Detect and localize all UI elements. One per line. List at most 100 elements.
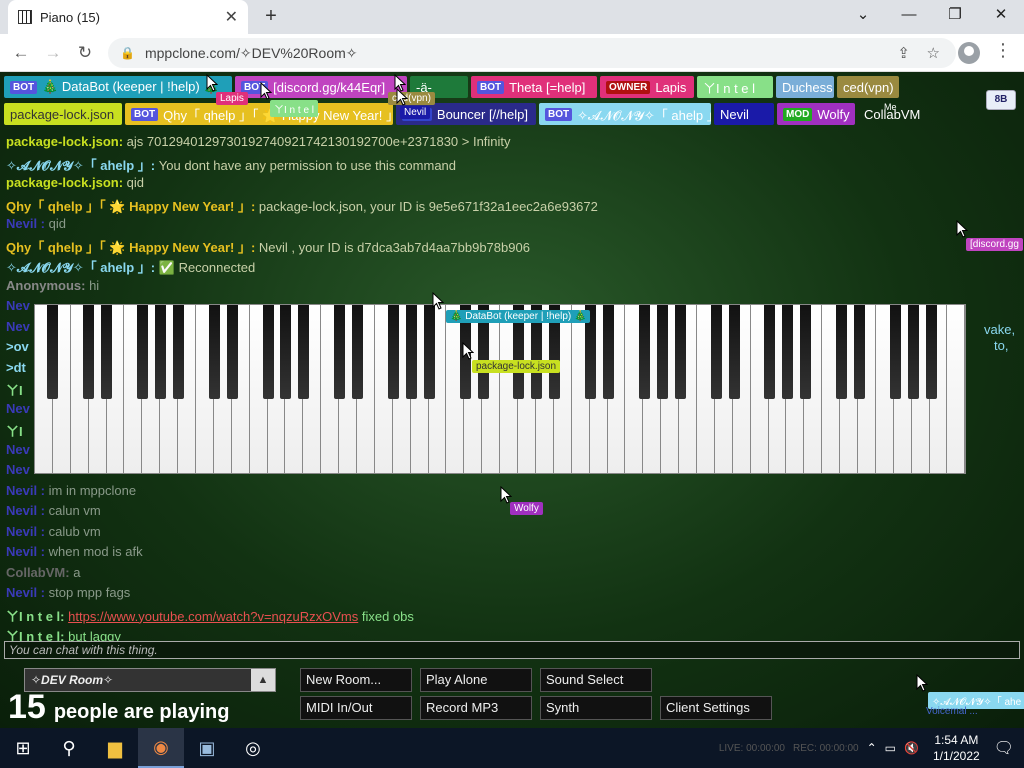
close-window-button[interactable]: ✕ [978,0,1024,30]
user-name: 🎄 DataBot (keeper | !help) 🎄 [42,79,220,94]
black-key[interactable] [674,305,686,399]
black-key[interactable] [638,305,650,399]
black-key[interactable] [836,305,848,399]
layout-toggle-button[interactable]: 8B [986,90,1016,110]
obs-icon[interactable]: ◎ [230,728,276,768]
chat-link[interactable]: https://www.youtube.com/watch?v=nqzuRzxO… [68,609,358,624]
black-key[interactable] [925,305,937,399]
black-key[interactable] [800,305,812,399]
midi-button[interactable]: MIDI In/Out [300,696,412,720]
clock[interactable]: 1:54 AM 1/1/2022 [927,732,986,764]
chevron-up-icon[interactable]: ⌃ [867,741,877,755]
synth-button[interactable]: Synth [540,696,652,720]
clock-time: 1:54 AM [934,733,979,747]
black-key[interactable] [101,305,113,399]
back-icon[interactable]: ← [8,40,34,66]
user-pill[interactable]: MOD Wolfy [777,103,855,125]
black-key[interactable] [764,305,776,399]
chat-text: when mod is afk [48,544,143,559]
black-key[interactable] [226,305,238,399]
user-pill[interactable]: BOT 🎄 DataBot (keeper | !help) 🎄 [4,76,232,98]
share-icon[interactable]: ⇪ [897,44,910,62]
chat-text: package-lock.json, your ID is 9e5e671f32… [258,198,598,214]
client-settings-button[interactable]: Client Settings [660,696,772,720]
user-pill[interactable]: BOTQhy「 qhelp 」「 🌟 Happy New Year! 」 [125,103,393,125]
notification-icon[interactable]: 🗨 [994,738,1024,758]
user-tag: BOT [477,80,505,94]
black-key[interactable] [298,305,310,399]
minimize-button[interactable]: — [886,0,932,30]
people-count: 15 people are playing [8,688,229,727]
chat-author: Nevil : [6,482,46,498]
black-key[interactable] [172,305,184,399]
chat-message: Anonymous: hi [6,278,1016,299]
windows-taskbar: ⊞ ⚲ ▆ ◉ ▣ ◎ LIVE: 00:00:00 REC: 00:00:00… [0,728,1024,768]
black-key[interactable] [47,305,59,399]
user-pill[interactable]: BOT Theta [=help] [471,76,597,98]
black-key[interactable] [137,305,149,399]
chat-author: Nev [6,400,30,416]
user-pill[interactable]: ced(vpn) [837,76,899,98]
new-room-button[interactable]: New Room... [300,668,412,692]
chrome-icon[interactable]: ◉ [138,728,184,768]
reload-icon[interactable]: ↻ [72,40,98,66]
black-key[interactable] [710,305,722,399]
windows-start-icon[interactable]: ⊞ [0,728,46,768]
user-pill[interactable]: Duchess [776,76,834,98]
black-key[interactable] [728,305,740,399]
user-name: [discord.gg/k44Eqr] [273,79,386,95]
new-tab-button[interactable]: + [258,4,284,30]
file-explorer-icon[interactable]: ▆ [92,728,138,768]
black-key[interactable] [853,305,865,399]
menu-kebab-icon[interactable]: ⋮ [994,40,1012,61]
black-key[interactable] [262,305,274,399]
user-pill[interactable]: ㄚI n t e l [697,76,773,98]
user-name: ✧𝓐𝓝𝓞𝓝𝓨✧「 ahelp 」 [577,107,711,123]
black-key[interactable] [656,305,668,399]
user-pill[interactable]: Nevil [714,103,774,125]
speaker-muted-icon[interactable]: 🔇 [904,741,919,755]
chat-text: im in mppclone [48,482,137,498]
close-tab-icon[interactable]: ✕ [225,7,238,27]
sound-select-button[interactable]: Sound Select [540,668,652,692]
black-key[interactable] [387,305,399,399]
user-pill[interactable]: OWNER Lapis [600,76,694,98]
black-key[interactable] [334,305,346,399]
black-key[interactable] [889,305,901,399]
cursor-label-suffix: 🎄 [571,311,587,322]
people-count-text: people are playing [53,701,230,723]
forward-icon[interactable]: → [40,40,66,66]
black-key[interactable] [782,305,794,399]
user-pill[interactable]: BOT ✧𝓐𝓝𝓞𝓝𝓨✧「 ahelp 」 [539,103,711,125]
black-key[interactable] [603,305,615,399]
profile-avatar-icon[interactable] [958,42,980,64]
black-key[interactable] [280,305,292,399]
network-icon[interactable]: ▭ [885,741,896,755]
tab-search-button[interactable]: ⌄ [840,0,886,30]
cursor-label: Lapis [216,92,248,105]
record-mp3-button[interactable]: Record MP3 [420,696,532,720]
black-key[interactable] [83,305,95,399]
black-key[interactable] [208,305,220,399]
chat-input[interactable]: You can chat with this thing. [4,641,1020,659]
user-name: Theta [=help] [509,79,586,95]
piano-keyboard[interactable] [34,304,966,474]
user-name: package-lock.json [10,106,115,122]
black-key[interactable] [154,305,166,399]
black-key[interactable] [352,305,364,399]
user-pill[interactable]: package-lock.json [4,103,122,125]
search-icon[interactable]: ⚲ [46,728,92,768]
black-key[interactable] [907,305,919,399]
app-icon[interactable]: ▣ [184,728,230,768]
chat-text: a [73,564,81,580]
browser-tab[interactable]: Piano (15) ✕ [8,0,248,34]
omnibox[interactable]: 🔒 mppclone.com/✧DEV%20Room✧ ⇪ ☆ [108,38,956,68]
restore-button[interactable]: ❐ [932,0,978,30]
room-dropdown-arrow-icon[interactable]: ▲ [251,669,275,691]
bookmark-star-icon[interactable]: ☆ [927,44,940,62]
black-key[interactable] [405,305,417,399]
play-alone-button[interactable]: Play Alone [420,668,532,692]
user-tag: BOT [545,107,573,121]
black-key[interactable] [423,305,435,399]
chat-text: fixed obs [361,608,414,624]
